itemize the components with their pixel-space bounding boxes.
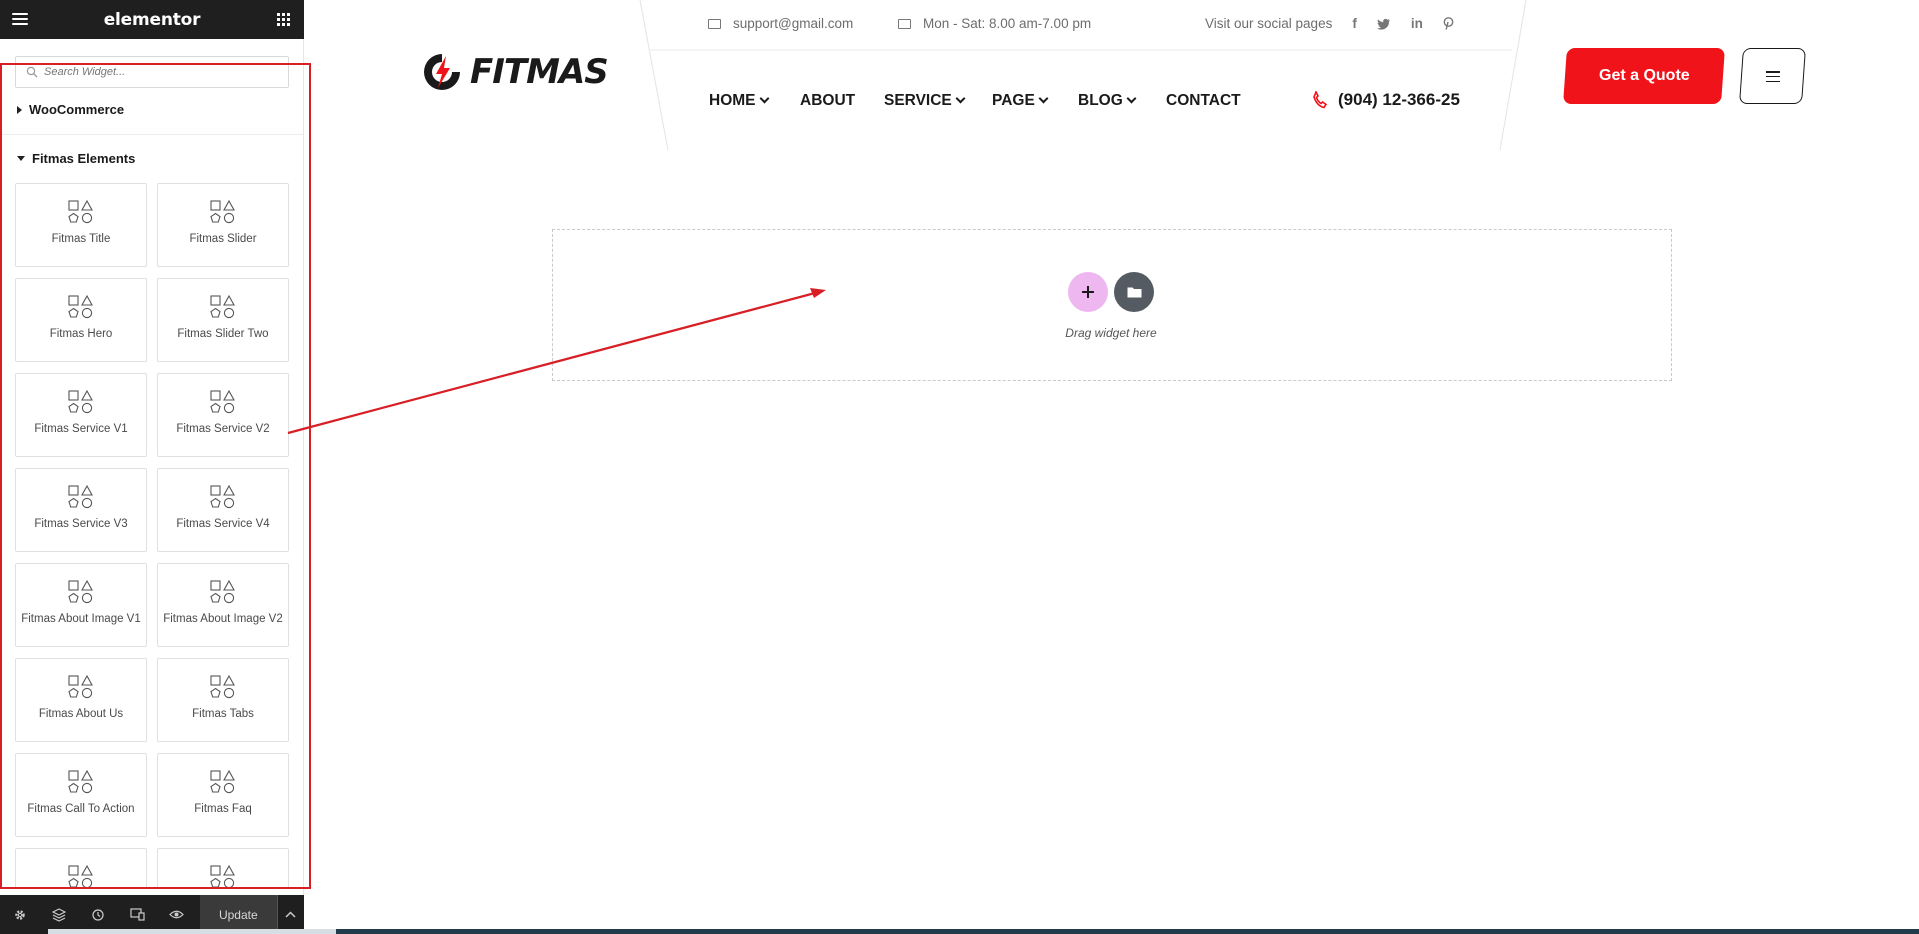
nav-label: ABOUT: [800, 92, 856, 109]
widget-label: Fitmas Title: [51, 233, 111, 245]
nav-page[interactable]: PAGE: [992, 92, 1049, 110]
topbar-social: Visit our social pages f in: [1205, 16, 1454, 31]
widget-label: Fitmas Hero: [49, 328, 113, 340]
add-section-button[interactable]: [1068, 272, 1108, 312]
widget-label: Fitmas About Image V2: [163, 613, 283, 625]
widget-shapes-icon: [210, 770, 235, 794]
widget-shapes-icon: [210, 390, 235, 414]
chevron-down-icon: [759, 93, 769, 104]
brand-name: FITMAS: [470, 52, 609, 92]
widget-label: Fitmas Call To Action: [27, 803, 135, 815]
chevron-down-icon: [1038, 93, 1049, 104]
widget-tile[interactable]: Fitmas Slider: [157, 183, 289, 267]
widget-label: Fitmas About Image V1: [21, 613, 141, 625]
chevron-down-icon: [1126, 93, 1137, 104]
topbar-email[interactable]: support@gmail.com: [708, 16, 853, 31]
offcanvas-menu-button[interactable]: [1739, 48, 1806, 104]
folder-icon: [1127, 287, 1141, 298]
phone-icon: [1313, 91, 1328, 109]
widget-tile[interactable]: [15, 848, 147, 887]
widget-drop-zone[interactable]: [552, 229, 1672, 381]
widget-tile[interactable]: Fitmas Call To Action: [15, 753, 147, 837]
widget-tile[interactable]: Fitmas About Image V2: [157, 563, 289, 647]
widget-shapes-icon: [210, 865, 235, 887]
nav-label: PAGE: [992, 92, 1035, 109]
site-logo[interactable]: FITMAS: [422, 52, 609, 92]
widget-tile[interactable]: Fitmas About Image V1: [15, 563, 147, 647]
bottom-strip: [0, 929, 1919, 934]
widget-shapes-icon: [68, 200, 93, 224]
linkedin-icon[interactable]: in: [1411, 16, 1423, 31]
plus-icon: [1082, 286, 1094, 298]
widget-tile[interactable]: Fitmas Faq: [157, 753, 289, 837]
widget-tile[interactable]: [157, 848, 289, 887]
lightning-logo-icon: [424, 54, 460, 90]
widget-tile[interactable]: Fitmas Slider Two: [157, 278, 289, 362]
widget-tile[interactable]: Fitmas Tabs: [157, 658, 289, 742]
nav-home[interactable]: HOME: [709, 92, 769, 110]
widget-label: Fitmas Service V3: [34, 518, 128, 530]
phone-number: (904) 12-366-25: [1338, 90, 1460, 109]
nav-label: BLOG: [1078, 92, 1123, 109]
widget-shapes-icon: [210, 675, 235, 699]
widget-label: Fitmas Service V4: [176, 518, 270, 530]
nav-label: HOME: [709, 92, 756, 109]
chevron-down-icon: [955, 93, 966, 104]
widget-tile[interactable]: Fitmas Service V1: [15, 373, 147, 457]
topbar-hours: Mon - Sat: 8.00 am-7.00 pm: [898, 16, 1091, 31]
facebook-icon[interactable]: f: [1352, 16, 1357, 31]
widget-tile[interactable]: Fitmas Title: [15, 183, 147, 267]
get-a-quote-button[interactable]: Get a Quote: [1563, 48, 1725, 104]
nav-about[interactable]: ABOUT: [800, 92, 855, 110]
widget-label: Fitmas Tabs: [192, 708, 254, 720]
widget-label: Fitmas Faq: [194, 803, 252, 815]
widget-shapes-icon: [68, 580, 93, 604]
widget-grid: Fitmas Title Fitmas Slider Fitmas Hero Fitm…: [15, 183, 291, 887]
widget-shapes-icon: [68, 485, 93, 509]
widget-label: Fitmas Service V2: [176, 423, 270, 435]
quote-label: Get a Quote: [1598, 67, 1690, 84]
widget-label: Fitmas Slider Two: [177, 328, 269, 340]
widget-label: Fitmas About Us: [38, 708, 124, 720]
widget-tile[interactable]: Fitmas Service V3: [15, 468, 147, 552]
widget-shapes-icon: [210, 580, 235, 604]
widget-shapes-icon: [68, 675, 93, 699]
widget-tile[interactable]: Fitmas Hero: [15, 278, 147, 362]
widget-shapes-icon: [68, 865, 93, 887]
social-label: Visit our social pages: [1205, 16, 1333, 31]
nav-blog[interactable]: BLOG: [1078, 92, 1137, 110]
widget-shapes-icon: [210, 485, 235, 509]
envelope-icon: [898, 18, 911, 29]
twitter-icon[interactable]: [1376, 18, 1391, 30]
widget-shapes-icon: [68, 390, 93, 414]
widget-shapes-icon: [68, 295, 93, 319]
widget-tile[interactable]: Fitmas Service V4: [157, 468, 289, 552]
drop-hint: Drag widget here: [1065, 326, 1157, 340]
add-template-button[interactable]: [1114, 272, 1154, 312]
widget-shapes-icon: [68, 770, 93, 794]
nav-label: CONTACT: [1166, 92, 1241, 109]
nav-service[interactable]: SERVICE: [884, 92, 966, 110]
header-phone[interactable]: (904) 12-366-25: [1312, 90, 1460, 110]
widget-tile[interactable]: Fitmas About Us: [15, 658, 147, 742]
widget-label: Fitmas Slider: [189, 233, 257, 245]
widget-tile[interactable]: Fitmas Service V2: [157, 373, 289, 457]
hours-text: Mon - Sat: 8.00 am-7.00 pm: [923, 16, 1092, 31]
nav-contact[interactable]: CONTACT: [1166, 92, 1241, 110]
pinterest-icon[interactable]: [1443, 17, 1454, 30]
envelope-icon: [708, 18, 721, 29]
nav-label: SERVICE: [884, 92, 952, 109]
widget-shapes-icon: [210, 295, 235, 319]
widget-label: Fitmas Service V1: [34, 423, 128, 435]
hamburger-icon: [1765, 70, 1780, 82]
widget-shapes-icon: [210, 200, 235, 224]
email-text: support@gmail.com: [733, 16, 854, 31]
